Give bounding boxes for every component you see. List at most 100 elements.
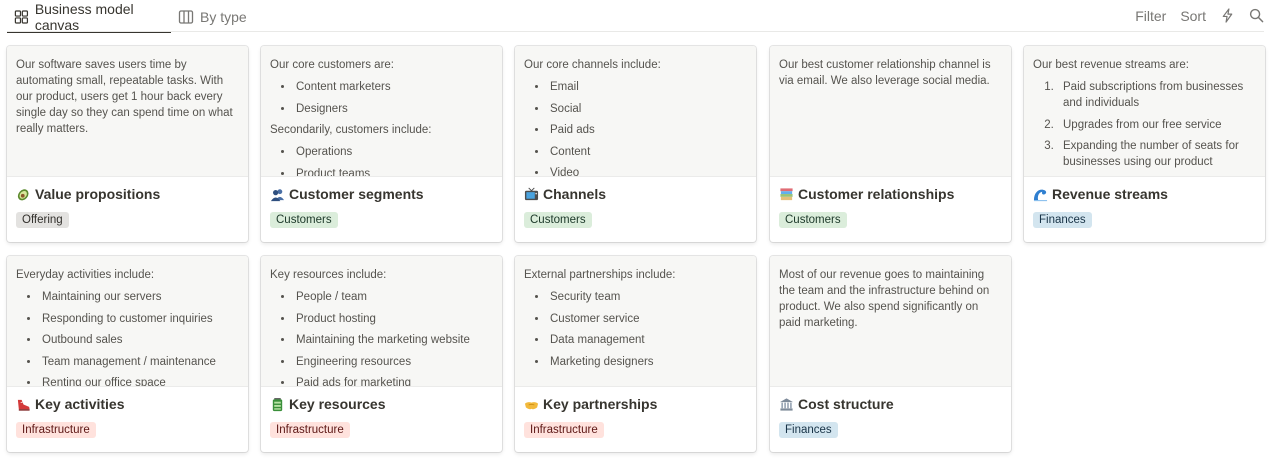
card-title: Customer segments — [270, 186, 424, 202]
table-columns-icon — [178, 9, 194, 24]
board-card-channels[interactable]: Our core channels include: Email Social Pai… — [515, 46, 756, 242]
card-page-preview: Our software saves users time by automat… — [7, 46, 248, 177]
list-item: People / team — [294, 289, 493, 305]
card-page-preview: Our best customer relationship channel i… — [770, 46, 1011, 177]
view-toolbar: Filter Sort — [1121, 0, 1264, 31]
board-card-key-partnerships[interactable]: External partnerships include: Security t… — [515, 256, 756, 452]
automation-button[interactable] — [1220, 8, 1235, 23]
preview-paragraph: Our best customer relationship channel i… — [779, 59, 991, 87]
tab-by-type[interactable]: By type — [178, 0, 247, 33]
card-title: Cost structure — [779, 396, 894, 412]
card-title: Value propositions — [16, 186, 160, 202]
preview-bullet-list: Operations Product teams — [270, 144, 493, 177]
list-item: Responding to customer inquiries — [40, 311, 239, 327]
divider — [7, 31, 1264, 32]
preview-paragraph: External partnerships include: — [524, 269, 676, 281]
battery-icon — [272, 397, 283, 411]
type-tag: Customers — [779, 212, 847, 228]
card-title: Channels — [524, 186, 606, 202]
board-card-customer-segments[interactable]: Our core customers are: Content marketers… — [261, 46, 502, 242]
card-page-preview: Most of our revenue goes to maintaining … — [770, 256, 1011, 387]
list-item: Marketing designers — [548, 354, 747, 370]
filter-button[interactable]: Filter — [1135, 8, 1166, 24]
card-title-text: Key activities — [35, 396, 125, 412]
list-item: Data management — [548, 332, 747, 348]
list-item: Team management / maintenance — [40, 354, 239, 370]
board-card-key-resources[interactable]: Key resources include: People / team Produ… — [261, 256, 502, 452]
card-title-text: Customer relationships — [798, 186, 955, 202]
preview-paragraph: Secondarily, customers include: — [270, 124, 432, 136]
wave-icon — [1033, 189, 1048, 201]
list-item: Paid subscriptions from businesses and i… — [1057, 79, 1256, 111]
preview-bullet-list: People / team Product hosting Maintaining … — [270, 289, 493, 386]
list-item: Video — [548, 165, 747, 176]
list-item: Expanding the number of seats for busine… — [1057, 138, 1256, 170]
people-icon — [270, 188, 285, 201]
type-tag: Infrastructure — [524, 422, 604, 438]
preview-bullet-list: Email Social Paid ads Content Video — [524, 79, 747, 176]
tv-icon — [524, 187, 539, 200]
list-item: Customer service — [548, 311, 747, 327]
preview-paragraph: Our core customers are: — [270, 59, 394, 71]
sort-button[interactable]: Sort — [1180, 8, 1206, 24]
tab-business-model-canvas[interactable]: Business model canvas — [7, 0, 171, 33]
board-card-customer-relationships[interactable]: Our best customer relationship channel i… — [770, 46, 1011, 242]
list-item: Engineering resources — [294, 354, 493, 370]
preview-bullet-list: Content marketers Designers — [270, 79, 493, 117]
board-card-cost-structure[interactable]: Most of our revenue goes to maintaining … — [770, 256, 1011, 452]
list-item: Paid ads for marketing — [294, 375, 493, 386]
list-item: Product hosting — [294, 311, 493, 327]
board-card-revenue-streams[interactable]: Our best revenue streams are: Paid subscr… — [1024, 46, 1265, 242]
type-tag: Customers — [270, 212, 338, 228]
type-tag: Offering — [16, 212, 69, 228]
card-title: Key partnerships — [524, 396, 657, 412]
preview-paragraph: Our best revenue streams are: — [1033, 59, 1189, 71]
list-item: Product teams — [294, 166, 493, 177]
board-card-key-activities[interactable]: Everyday activities include: Maintaining … — [7, 256, 248, 452]
card-page-preview: Our best revenue streams are: Paid subscr… — [1024, 46, 1265, 177]
list-item: Paid ads — [548, 122, 747, 138]
list-item: Maintaining the marketing website — [294, 332, 493, 348]
bank-icon — [779, 397, 794, 411]
card-title-text: Cost structure — [798, 396, 894, 412]
card-title: Key resources — [270, 396, 386, 412]
type-tag: Customers — [524, 212, 592, 228]
card-title-text: Value propositions — [35, 186, 161, 202]
type-tag: Infrastructure — [16, 422, 96, 438]
lightning-icon — [1222, 8, 1233, 23]
card-page-preview: Our core channels include: Email Social Pai… — [515, 46, 756, 177]
avocado-icon — [17, 188, 29, 200]
list-item: Content marketers — [294, 79, 493, 95]
list-item: Email — [548, 79, 747, 95]
handshake-icon — [524, 401, 539, 409]
card-page-preview: Key resources include: People / team Produ… — [261, 256, 502, 387]
search-button[interactable] — [1249, 8, 1264, 23]
list-item: Upgrades from our free service — [1057, 117, 1256, 133]
card-title: Key activities — [16, 396, 125, 412]
type-tag: Finances — [1033, 212, 1092, 228]
list-item: Designers — [294, 101, 493, 117]
preview-paragraph: Everyday activities include: — [16, 269, 155, 281]
card-title-text: Key partnerships — [543, 396, 658, 412]
preview-bullet-list: Maintaining our servers Responding to cus… — [16, 289, 239, 386]
list-item: Maintaining our servers — [40, 289, 239, 305]
tab-label: Business model canvas — [34, 0, 134, 33]
tab-label: By type — [200, 8, 247, 25]
card-title-text: Channels — [543, 186, 607, 202]
card-title: Revenue streams — [1033, 186, 1168, 202]
books-icon — [780, 187, 793, 200]
board-view-icon — [14, 9, 29, 24]
list-item: Renting our office space — [40, 375, 239, 386]
card-page-preview: Everyday activities include: Maintaining … — [7, 256, 248, 387]
type-tag: Infrastructure — [270, 422, 350, 438]
board-card-value-propositions[interactable]: Our software saves users time by automat… — [7, 46, 248, 242]
preview-paragraph: Most of our revenue goes to maintaining … — [779, 269, 990, 329]
preview-paragraph: Key resources include: — [270, 269, 387, 281]
list-item: Content — [548, 144, 747, 160]
card-title: Customer relationships — [779, 186, 954, 202]
card-title-text: Revenue streams — [1052, 186, 1168, 202]
list-item: Security team — [548, 289, 747, 305]
view-tabs-bar: Business model canvas By type Filter Sor… — [0, 0, 1280, 33]
list-item: Operations — [294, 144, 493, 160]
preview-paragraph: Our core channels include: — [524, 59, 661, 71]
